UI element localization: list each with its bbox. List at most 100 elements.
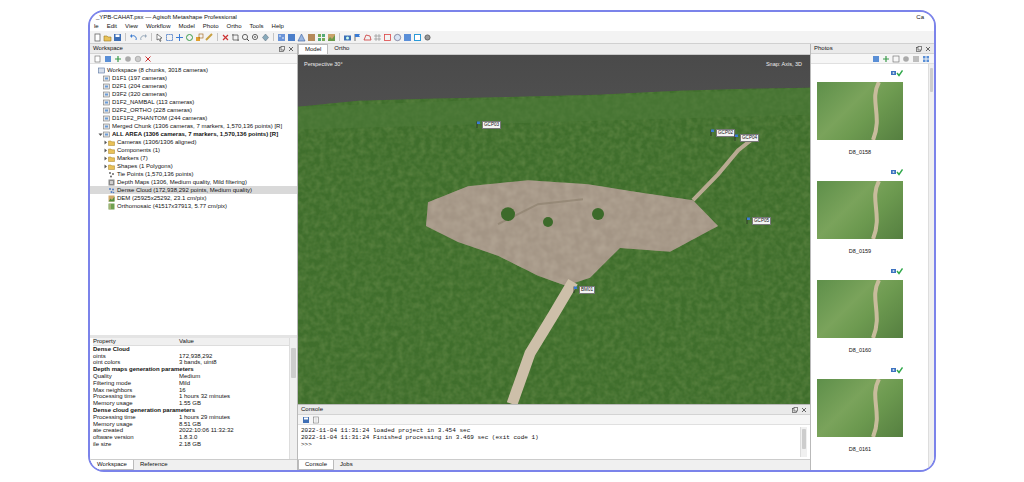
- photo-item[interactable]: D8_0161: [817, 361, 903, 460]
- marker[interactable]: GCP02: [710, 129, 735, 137]
- toolbar-button[interactable]: [103, 32, 112, 42]
- tree-item[interactable]: Components (1): [90, 146, 297, 154]
- tree-item[interactable]: D1F1F2_PHANTOM (244 cameras): [90, 114, 297, 122]
- clear-log-icon[interactable]: [312, 416, 320, 424]
- toolbar-button[interactable]: [393, 32, 402, 42]
- menu-item[interactable]: Ortho: [227, 22, 242, 31]
- tree-item[interactable]: D3F2 (320 cameras): [90, 90, 297, 98]
- tree-item[interactable]: DEM (25925x25292, 23.1 cm/pix): [90, 194, 297, 202]
- add-icon[interactable]: [882, 55, 890, 63]
- tree-item[interactable]: Merged Chunk (1306 cameras, 7 markers, 1…: [90, 122, 297, 130]
- panel-tab[interactable]: Reference: [134, 460, 174, 470]
- toolbar-button[interactable]: [155, 32, 164, 42]
- tree-item[interactable]: Workspace (8 chunks, 3018 cameras): [90, 66, 297, 74]
- add-chunk-icon[interactable]: [94, 55, 102, 63]
- disable-icon[interactable]: [124, 55, 132, 63]
- marker[interactable]: GCP04: [734, 134, 759, 142]
- disable-icon[interactable]: [902, 55, 910, 63]
- toolbar-button[interactable]: [241, 32, 250, 42]
- tree-item[interactable]: Dense Cloud (172,938,292 points, Medium …: [90, 186, 297, 194]
- marker[interactable]: BM01: [573, 286, 595, 294]
- close-icon[interactable]: [801, 407, 807, 413]
- tree-item[interactable]: Shapes (1 Polygons): [90, 162, 297, 170]
- toolbar-button[interactable]: [93, 32, 102, 42]
- photo-thumbnail[interactable]: [817, 379, 903, 437]
- tree-item[interactable]: D1F2_NAMBAL (113 cameras): [90, 98, 297, 106]
- toolbar-button[interactable]: [363, 32, 372, 42]
- scroll-thumb[interactable]: [291, 348, 296, 378]
- toolbar-button[interactable]: [327, 32, 336, 42]
- toolbar-button[interactable]: [195, 32, 204, 42]
- photo-item[interactable]: D8_0160: [817, 262, 903, 361]
- tree-item[interactable]: Markers (7): [90, 154, 297, 162]
- toolbar-button[interactable]: [343, 32, 352, 42]
- view-tab[interactable]: Ortho: [328, 44, 355, 54]
- panel-tab[interactable]: Jobs: [334, 460, 359, 470]
- menu-item[interactable]: View: [125, 22, 138, 31]
- toolbar-button[interactable]: [317, 32, 326, 42]
- toolbar-button[interactable]: [383, 32, 392, 42]
- collapsed-arrow-icon[interactable]: [102, 163, 108, 169]
- chunk-icon[interactable]: [104, 55, 112, 63]
- marker[interactable]: GCP05: [746, 217, 771, 225]
- thumbnails-icon[interactable]: [922, 55, 930, 63]
- toolbar-button[interactable]: [231, 32, 240, 42]
- model-viewport[interactable]: Perspective 30°Snap: Axis, 3DGCP03GCP02G…: [298, 55, 810, 404]
- tree-item[interactable]: Orthomosaic (41517x37913, 5.77 cm/pix): [90, 202, 297, 210]
- menu-item[interactable]: Model: [178, 22, 194, 31]
- collapsed-arrow-icon[interactable]: [102, 139, 108, 145]
- toolbar-button[interactable]: [353, 32, 362, 42]
- menu-item[interactable]: Tools: [250, 22, 264, 31]
- view-tab[interactable]: Model: [298, 44, 328, 54]
- panel-tab[interactable]: Workspace: [90, 460, 134, 470]
- menu-item[interactable]: Workflow: [146, 22, 171, 31]
- collapsed-arrow-icon[interactable]: [102, 147, 108, 153]
- marker[interactable]: GCP03: [476, 121, 501, 129]
- expanded-arrow-icon[interactable]: [97, 131, 103, 137]
- properties-scrollbar[interactable]: [289, 338, 297, 459]
- toolbar-button[interactable]: [261, 32, 270, 42]
- menu-item[interactable]: Help: [272, 22, 284, 31]
- scroll-thumb[interactable]: [930, 68, 933, 92]
- float-icon[interactable]: [279, 46, 285, 52]
- photo-item[interactable]: D8_0158: [817, 64, 903, 163]
- menu-item[interactable]: Photo: [203, 22, 219, 31]
- toolbar-button[interactable]: [277, 32, 286, 42]
- tree-item[interactable]: Depth Maps (1306, Medium quality, Mild f…: [90, 178, 297, 186]
- tree-item[interactable]: ALL AREA (1306 cameras, 7 markers, 1,570…: [90, 130, 297, 138]
- remove-icon[interactable]: [144, 55, 152, 63]
- toolbar-button[interactable]: [139, 32, 148, 42]
- collapsed-arrow-icon[interactable]: [102, 155, 108, 161]
- toolbar-button[interactable]: [423, 32, 432, 42]
- reset-icon[interactable]: [892, 55, 900, 63]
- toolbar-button[interactable]: [165, 32, 174, 42]
- tree-item[interactable]: D1F1 (197 cameras): [90, 74, 297, 82]
- toolbar-button[interactable]: [129, 32, 138, 42]
- scroll-thumb[interactable]: [802, 429, 806, 449]
- photo-item[interactable]: D8_0159: [817, 163, 903, 262]
- photo-thumbnail[interactable]: [817, 82, 903, 140]
- photos-scrollbar[interactable]: [928, 64, 934, 470]
- close-icon[interactable]: [925, 46, 931, 52]
- add-photos-icon[interactable]: [114, 55, 122, 63]
- toolbar-button[interactable]: [251, 32, 260, 42]
- toolbar-button[interactable]: [403, 32, 412, 42]
- toolbar-button[interactable]: [175, 32, 184, 42]
- toolbar-button[interactable]: [221, 32, 230, 42]
- toolbar-button[interactable]: [307, 32, 316, 42]
- toolbar-button[interactable]: [185, 32, 194, 42]
- tree-item[interactable]: D2F1 (204 cameras): [90, 82, 297, 90]
- toolbar-button[interactable]: [113, 32, 122, 42]
- photo-tool-icon[interactable]: [872, 55, 880, 63]
- panel-tab[interactable]: Console: [298, 460, 334, 470]
- toolbar-button[interactable]: [373, 32, 382, 42]
- options-icon[interactable]: [134, 55, 142, 63]
- toolbar-button[interactable]: [205, 32, 214, 42]
- tree-item[interactable]: Cameras (1306/1306 aligned): [90, 138, 297, 146]
- close-icon[interactable]: [288, 46, 294, 52]
- console-scrollbar[interactable]: [800, 427, 807, 457]
- tree-item[interactable]: Tie Points (1,570,136 points): [90, 170, 297, 178]
- tree-item[interactable]: D2F2_ORTHO (228 cameras): [90, 106, 297, 114]
- float-icon[interactable]: [792, 407, 798, 413]
- toolbar-button[interactable]: [413, 32, 422, 42]
